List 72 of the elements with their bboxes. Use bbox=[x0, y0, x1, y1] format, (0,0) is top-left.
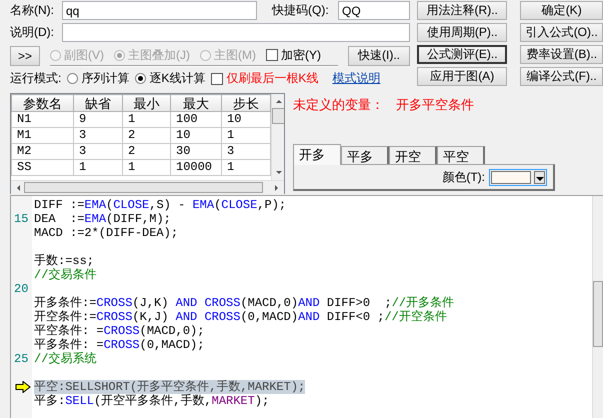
fast-button[interactable]: 快速(I).. bbox=[348, 46, 410, 66]
code-line: 开空条件:=CROSS(K,J) AND CROSS(0,MACD)AND DIFF<0 ;//开空条件 bbox=[34, 310, 447, 324]
checkbox[interactable] bbox=[211, 72, 224, 84]
dialog-button[interactable]: 应用于图(A) bbox=[417, 67, 508, 86]
column-header[interactable]: 参数名 bbox=[12, 94, 74, 112]
name-field[interactable]: qq bbox=[62, 1, 257, 20]
column-header[interactable]: 步长 bbox=[222, 94, 270, 112]
dialog-button[interactable]: 使用周期(P).. bbox=[417, 23, 508, 42]
code-line: 平空条件: =CROSS(MACD,0); bbox=[34, 324, 204, 338]
checkbox[interactable] bbox=[266, 49, 278, 61]
table-cell[interactable]: 2 bbox=[122, 128, 170, 144]
table-cell[interactable]: N1 bbox=[12, 112, 74, 128]
code-line: //交易条件 bbox=[34, 268, 96, 282]
tab[interactable]: 开多 bbox=[293, 144, 341, 165]
dialog-button[interactable]: 费率设置(B).. bbox=[520, 45, 603, 64]
code-line: MACD :=2*(DIFF-DEA); bbox=[34, 226, 178, 240]
table-cell[interactable]: 3 bbox=[74, 144, 122, 160]
table-cell[interactable]: 1 bbox=[122, 160, 170, 176]
table-cell[interactable]: 100 bbox=[170, 112, 222, 128]
dialog-button[interactable]: 编译公式(F).. bbox=[520, 67, 603, 86]
field-label: 名称(N): bbox=[10, 2, 55, 19]
tab[interactable]: 平多 bbox=[341, 146, 389, 164]
table-cell[interactable]: 2 bbox=[122, 144, 170, 160]
radio-label[interactable]: 序列计算 bbox=[81, 70, 130, 87]
radio-button[interactable] bbox=[67, 73, 78, 84]
code-line: //交易系统 bbox=[34, 352, 96, 366]
description-field[interactable] bbox=[62, 23, 410, 42]
color-picker[interactable] bbox=[489, 168, 547, 186]
expand-button[interactable]: >> bbox=[10, 46, 40, 66]
checkbox-label[interactable]: 仅刷最后一根K线 bbox=[226, 70, 318, 87]
line-number: 15 bbox=[13, 212, 28, 226]
field-label: 说明(D): bbox=[10, 24, 55, 41]
dialog-button[interactable]: 公式测评(E).. bbox=[417, 45, 508, 64]
tab[interactable]: 平空 bbox=[437, 146, 485, 164]
vertical-scrollbar[interactable] bbox=[592, 196, 603, 418]
table-cell[interactable]: 10 bbox=[170, 128, 222, 144]
table-cell[interactable]: M2 bbox=[12, 144, 74, 160]
table-cell[interactable]: 10000 bbox=[170, 160, 222, 176]
vertical-scrollbar[interactable] bbox=[271, 94, 284, 180]
dialog-button[interactable]: 确定(K) bbox=[520, 1, 603, 20]
dialog-button[interactable]: 用法注释(R).. bbox=[417, 1, 508, 20]
table-cell[interactable]: 3 bbox=[74, 128, 122, 144]
code-line: 手数:=ss; bbox=[34, 254, 94, 268]
field-label: 快捷码(Q): bbox=[272, 2, 330, 19]
error-label: 未定义的变量： bbox=[293, 96, 384, 114]
code-line: DIFF :=EMA(CLOSE,S) - EMA(CLOSE,P); bbox=[34, 198, 286, 212]
table-cell[interactable]: SS bbox=[12, 160, 74, 176]
error-variable: 开多平空条件 bbox=[396, 96, 474, 114]
table-cell[interactable]: M1 bbox=[12, 128, 74, 144]
code-line: 平多条件: =CROSS(0,MACD); bbox=[34, 338, 204, 352]
column-header[interactable]: 最小 bbox=[122, 94, 170, 112]
table-cell[interactable]: 9 bbox=[74, 112, 122, 128]
tab[interactable]: 开空 bbox=[389, 146, 437, 164]
code-line: DEA :=EMA(DIFF,M); bbox=[34, 212, 171, 226]
table-cell[interactable]: 1 bbox=[74, 160, 122, 176]
mode-help-link[interactable]: 模式说明 bbox=[332, 70, 380, 87]
horizontal-scrollbar[interactable] bbox=[11, 180, 284, 194]
table-cell[interactable]: 30 bbox=[170, 144, 222, 160]
line-number: 20 bbox=[13, 282, 28, 296]
checkbox-label[interactable]: 加密(Y) bbox=[281, 46, 321, 64]
line-number: 25 bbox=[13, 352, 28, 366]
hotkey-field[interactable]: QQ bbox=[338, 1, 410, 20]
column-header[interactable]: 缺省 bbox=[74, 94, 122, 112]
radio-label[interactable]: 逐K线计算 bbox=[149, 70, 206, 87]
code-line: 开多条件:=CROSS(J,K) AND CROSS(MACD,0)AND DIFF>0 ;//开多条件 bbox=[34, 296, 454, 310]
code-line: 平多:SELL(开空平多条件,手数,MARKET); bbox=[34, 394, 270, 408]
column-header[interactable]: 最大 bbox=[170, 94, 222, 112]
run-mode-label: 运行模式: bbox=[10, 70, 62, 87]
dialog-button[interactable]: 引入公式(O).. bbox=[520, 23, 603, 42]
color-label: 颜色(T): bbox=[442, 168, 485, 186]
radio-button[interactable] bbox=[135, 73, 146, 84]
table-cell[interactable]: 1 bbox=[122, 112, 170, 128]
